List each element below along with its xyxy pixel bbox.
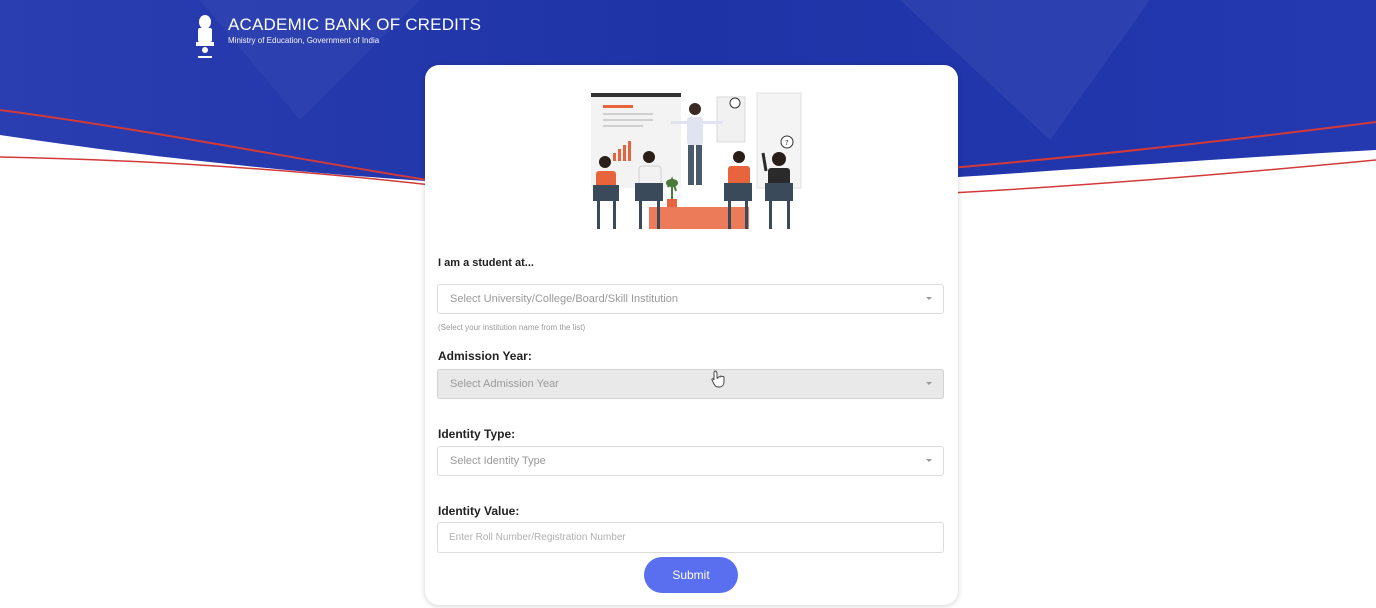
identity-value-input[interactable] <box>437 522 944 553</box>
institution-select[interactable]: Select University/College/Board/Skill In… <box>437 284 944 314</box>
classroom-illustration: ? <box>591 92 802 229</box>
page: ACADEMIC BANK OF CREDITS Ministry of Edu… <box>0 0 1376 608</box>
brand-text: ACADEMIC BANK OF CREDITS Ministry of Edu… <box>228 14 481 46</box>
institution-select-placeholder: Select University/College/Board/Skill In… <box>450 293 679 305</box>
student-form-card: ? I am a student at... Select University… <box>425 65 958 605</box>
header-brand[interactable]: ACADEMIC BANK OF CREDITS Ministry of Edu… <box>192 14 481 60</box>
identity-value-label: Identity Value: <box>438 504 520 518</box>
brand-title: ACADEMIC BANK OF CREDITS <box>228 15 482 34</box>
institution-helper-text: (Select your institution name from the l… <box>438 323 586 332</box>
national-emblem-icon <box>196 15 214 58</box>
identity-type-select-placeholder: Select Identity Type <box>450 455 546 467</box>
admission-year-select[interactable]: Select Admission Year <box>437 369 944 399</box>
submit-button[interactable]: Submit <box>644 557 738 593</box>
admission-year-select-placeholder: Select Admission Year <box>450 378 559 390</box>
brand-subtitle: Ministry of Education, Government of Ind… <box>228 36 380 45</box>
identity-type-select[interactable]: Select Identity Type <box>437 446 944 476</box>
identity-type-label: Identity Type: <box>438 427 516 441</box>
institution-label: I am a student at... <box>438 257 534 269</box>
svg-text:?: ? <box>785 139 789 147</box>
admission-year-label: Admission Year: <box>438 349 532 363</box>
chevron-down-icon <box>926 382 932 385</box>
chevron-down-icon <box>926 297 932 300</box>
chevron-down-icon <box>926 459 932 462</box>
hand-pointer-icon <box>711 370 725 388</box>
